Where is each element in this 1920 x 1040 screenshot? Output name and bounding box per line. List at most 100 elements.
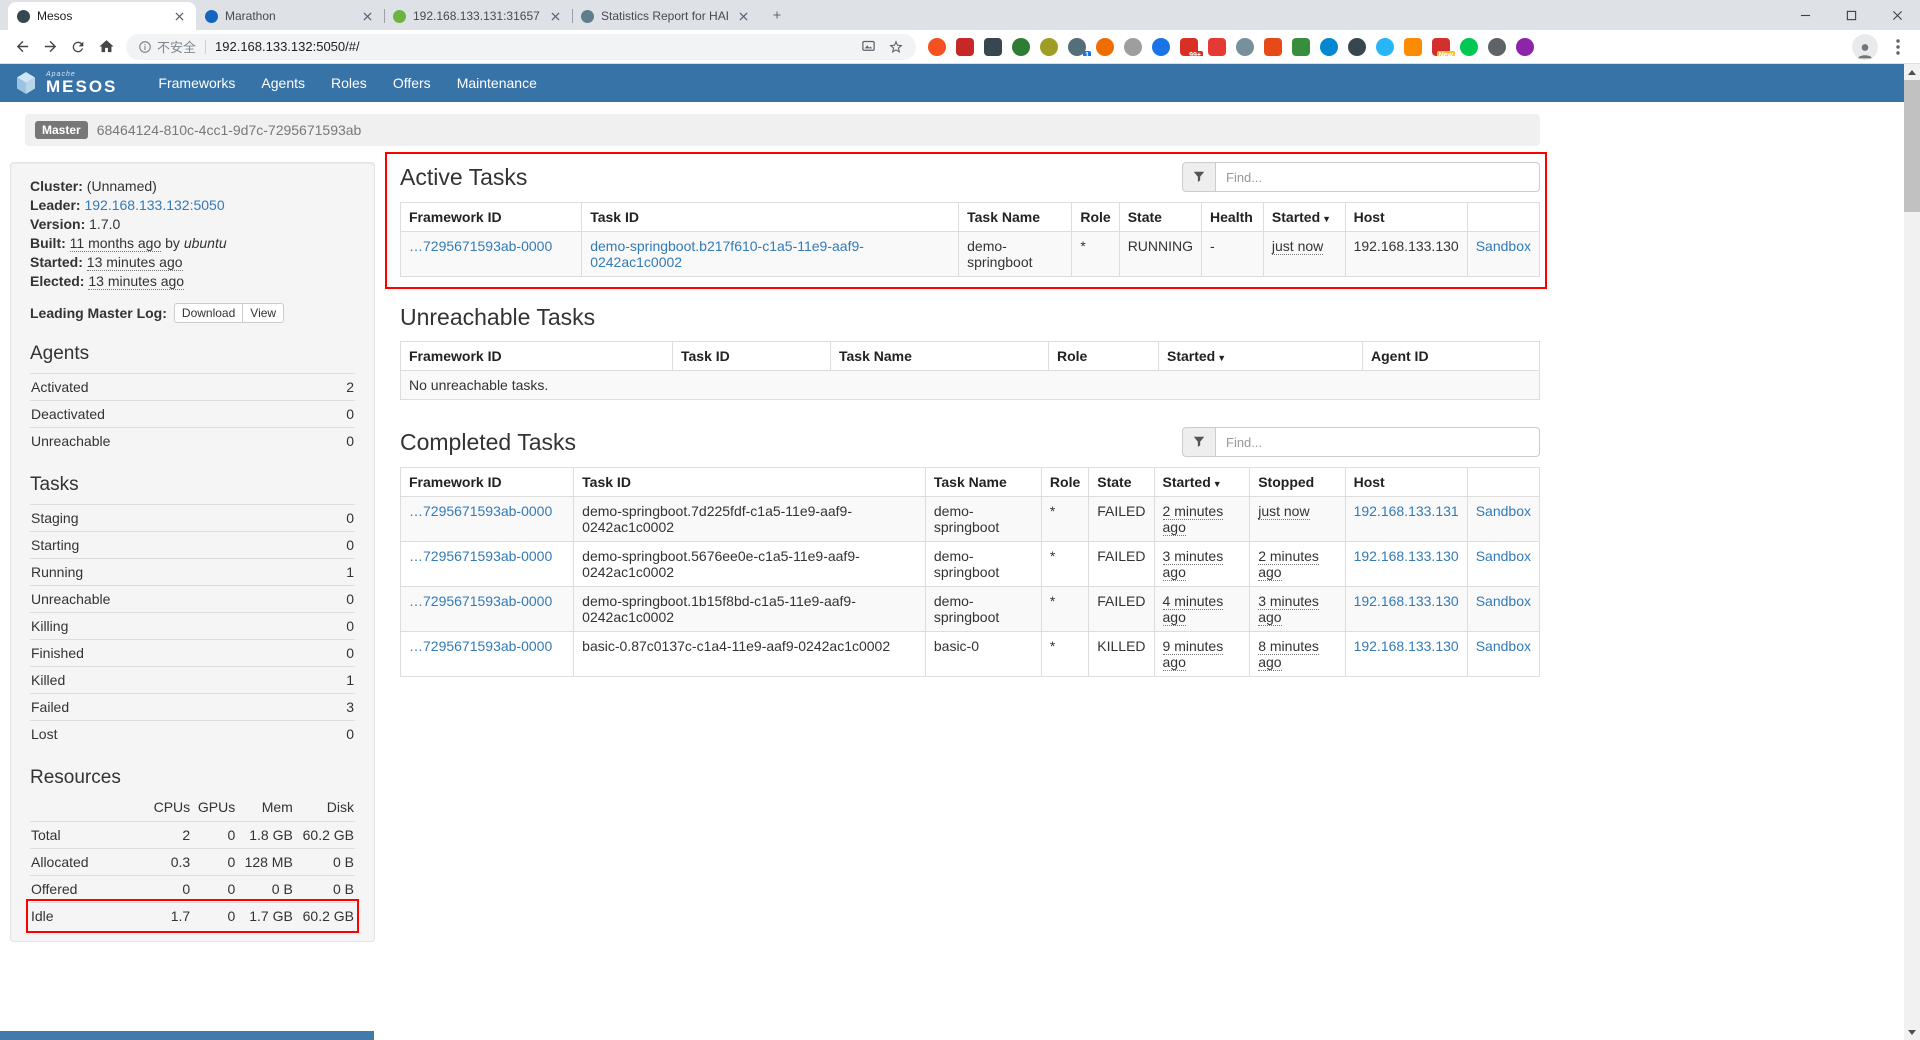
table-row: Killing0 [30, 613, 355, 640]
extension-icon[interactable] [1404, 38, 1422, 56]
extension-icon[interactable]: 99+ [1180, 38, 1198, 56]
nav-item-frameworks[interactable]: Frameworks [145, 64, 248, 102]
nav-item-offers[interactable]: Offers [380, 64, 444, 102]
mesos-brand[interactable]: Apache MESOS [14, 71, 117, 95]
extension-icon[interactable] [1320, 38, 1338, 56]
scrollbar-thumb[interactable] [1904, 80, 1920, 212]
col-task-name[interactable]: Task Name [831, 342, 1049, 371]
col-started[interactable]: Started▼ [1154, 468, 1250, 497]
col-role[interactable]: Role [1072, 203, 1119, 232]
extension-icon[interactable] [1236, 38, 1254, 56]
col-task-name[interactable]: Task Name [925, 468, 1041, 497]
leader-link[interactable]: 192.168.133.132:5050 [84, 197, 224, 213]
new-tab-button[interactable] [764, 2, 790, 28]
col-task-id[interactable]: Task ID [582, 203, 959, 232]
extension-icon[interactable] [1460, 38, 1478, 56]
extension-icon[interactable] [1096, 38, 1114, 56]
find-input[interactable] [1216, 427, 1540, 457]
host-link[interactable]: 192.168.133.130 [1354, 638, 1459, 654]
framework-id-link[interactable]: …7295671593ab-0000 [409, 238, 552, 254]
forward-button[interactable] [36, 33, 64, 61]
tab-close-icon[interactable] [547, 8, 563, 24]
tab-marathon[interactable]: Marathon [196, 2, 384, 30]
col-state[interactable]: State [1119, 203, 1201, 232]
extension-icon[interactable] [1208, 38, 1226, 56]
col-started[interactable]: Started▼ [1263, 203, 1345, 232]
framework-id-link[interactable]: …7295671593ab-0000 [409, 548, 552, 564]
col-task-id[interactable]: Task ID [673, 342, 831, 371]
scroll-up-button[interactable] [1904, 64, 1920, 80]
host-link[interactable]: 192.168.133.130 [1354, 593, 1459, 609]
back-button[interactable] [8, 33, 36, 61]
bookmark-star-icon[interactable] [888, 39, 904, 55]
col-role[interactable]: Role [1041, 468, 1088, 497]
extension-icon[interactable] [1264, 38, 1282, 56]
tab-close-icon[interactable] [735, 8, 751, 24]
task-id-link[interactable]: demo-springboot.b217f610-c1a5-11e9-aaf9-… [590, 238, 864, 270]
vertical-scrollbar[interactable] [1904, 64, 1920, 1040]
col-task-id[interactable]: Task ID [574, 468, 926, 497]
filter-button[interactable] [1182, 427, 1216, 457]
extension-icon[interactable] [1012, 38, 1030, 56]
extension-icon[interactable] [1152, 38, 1170, 56]
framework-id-link[interactable]: …7295671593ab-0000 [409, 593, 552, 609]
col-framework-id[interactable]: Framework ID [401, 468, 574, 497]
sandbox-link[interactable]: Sandbox [1476, 593, 1531, 609]
col-host[interactable]: Host [1345, 468, 1467, 497]
extension-icon[interactable] [984, 38, 1002, 56]
scroll-down-button[interactable] [1904, 1024, 1920, 1040]
extension-icon[interactable]: New [1432, 38, 1450, 56]
col-state[interactable]: State [1089, 468, 1154, 497]
tab-hello[interactable]: 192.168.133.131:31657/hello [384, 2, 572, 30]
view-log-button[interactable]: View [242, 303, 284, 323]
tab-close-icon[interactable] [359, 8, 375, 24]
col-framework-id[interactable]: Framework ID [401, 342, 673, 371]
extension-icon[interactable] [1488, 38, 1506, 56]
refresh-button[interactable] [64, 33, 92, 61]
address-bar[interactable]: 不安全 192.168.133.132:5050/#/ [126, 34, 916, 60]
extension-icon[interactable] [1040, 38, 1058, 56]
download-log-button[interactable]: Download [174, 303, 242, 323]
col-started[interactable]: Started▼ [1159, 342, 1363, 371]
col-stopped[interactable]: Stopped [1250, 468, 1345, 497]
sandbox-link[interactable]: Sandbox [1476, 638, 1531, 654]
nav-item-agents[interactable]: Agents [248, 64, 318, 102]
nav-item-maintenance[interactable]: Maintenance [444, 64, 550, 102]
extension-icon[interactable] [1292, 38, 1310, 56]
profile-avatar[interactable] [1852, 34, 1878, 60]
extension-icon[interactable] [1516, 38, 1534, 56]
extension-icon[interactable] [928, 38, 946, 56]
filter-button[interactable] [1182, 162, 1216, 192]
back-icon [14, 38, 31, 55]
close-window-button[interactable] [1874, 0, 1920, 30]
col-role[interactable]: Role [1049, 342, 1159, 371]
host-link[interactable]: 192.168.133.130 [1354, 548, 1459, 564]
extension-icon[interactable] [1376, 38, 1394, 56]
security-chip[interactable]: 不安全 [138, 37, 196, 56]
tab-haproxy[interactable]: Statistics Report for HAProxy [572, 2, 760, 30]
col-health[interactable]: Health [1202, 203, 1264, 232]
col-host[interactable]: Host [1345, 203, 1467, 232]
minimize-button[interactable] [1782, 0, 1828, 30]
extension-icon[interactable]: 1 [1068, 38, 1086, 56]
page-action-icon[interactable] [861, 39, 876, 54]
extension-icon[interactable] [1124, 38, 1142, 56]
tab-mesos[interactable]: Mesos [8, 2, 196, 30]
sandbox-link[interactable]: Sandbox [1476, 548, 1531, 564]
sandbox-link[interactable]: Sandbox [1476, 238, 1531, 254]
sandbox-link[interactable]: Sandbox [1476, 503, 1531, 519]
col-task-name[interactable]: Task Name [959, 203, 1072, 232]
extension-icon[interactable] [956, 38, 974, 56]
col-framework-id[interactable]: Framework ID [401, 203, 582, 232]
home-button[interactable] [92, 33, 120, 61]
maximize-button[interactable] [1828, 0, 1874, 30]
nav-item-roles[interactable]: Roles [318, 64, 380, 102]
host-link[interactable]: 192.168.133.131 [1354, 503, 1459, 519]
find-input[interactable] [1216, 162, 1540, 192]
browser-menu-button[interactable] [1884, 33, 1912, 61]
tab-close-icon[interactable] [171, 8, 187, 24]
col-agent-id[interactable]: Agent ID [1363, 342, 1540, 371]
framework-id-link[interactable]: …7295671593ab-0000 [409, 638, 552, 654]
framework-id-link[interactable]: …7295671593ab-0000 [409, 503, 552, 519]
extension-icon[interactable] [1348, 38, 1366, 56]
